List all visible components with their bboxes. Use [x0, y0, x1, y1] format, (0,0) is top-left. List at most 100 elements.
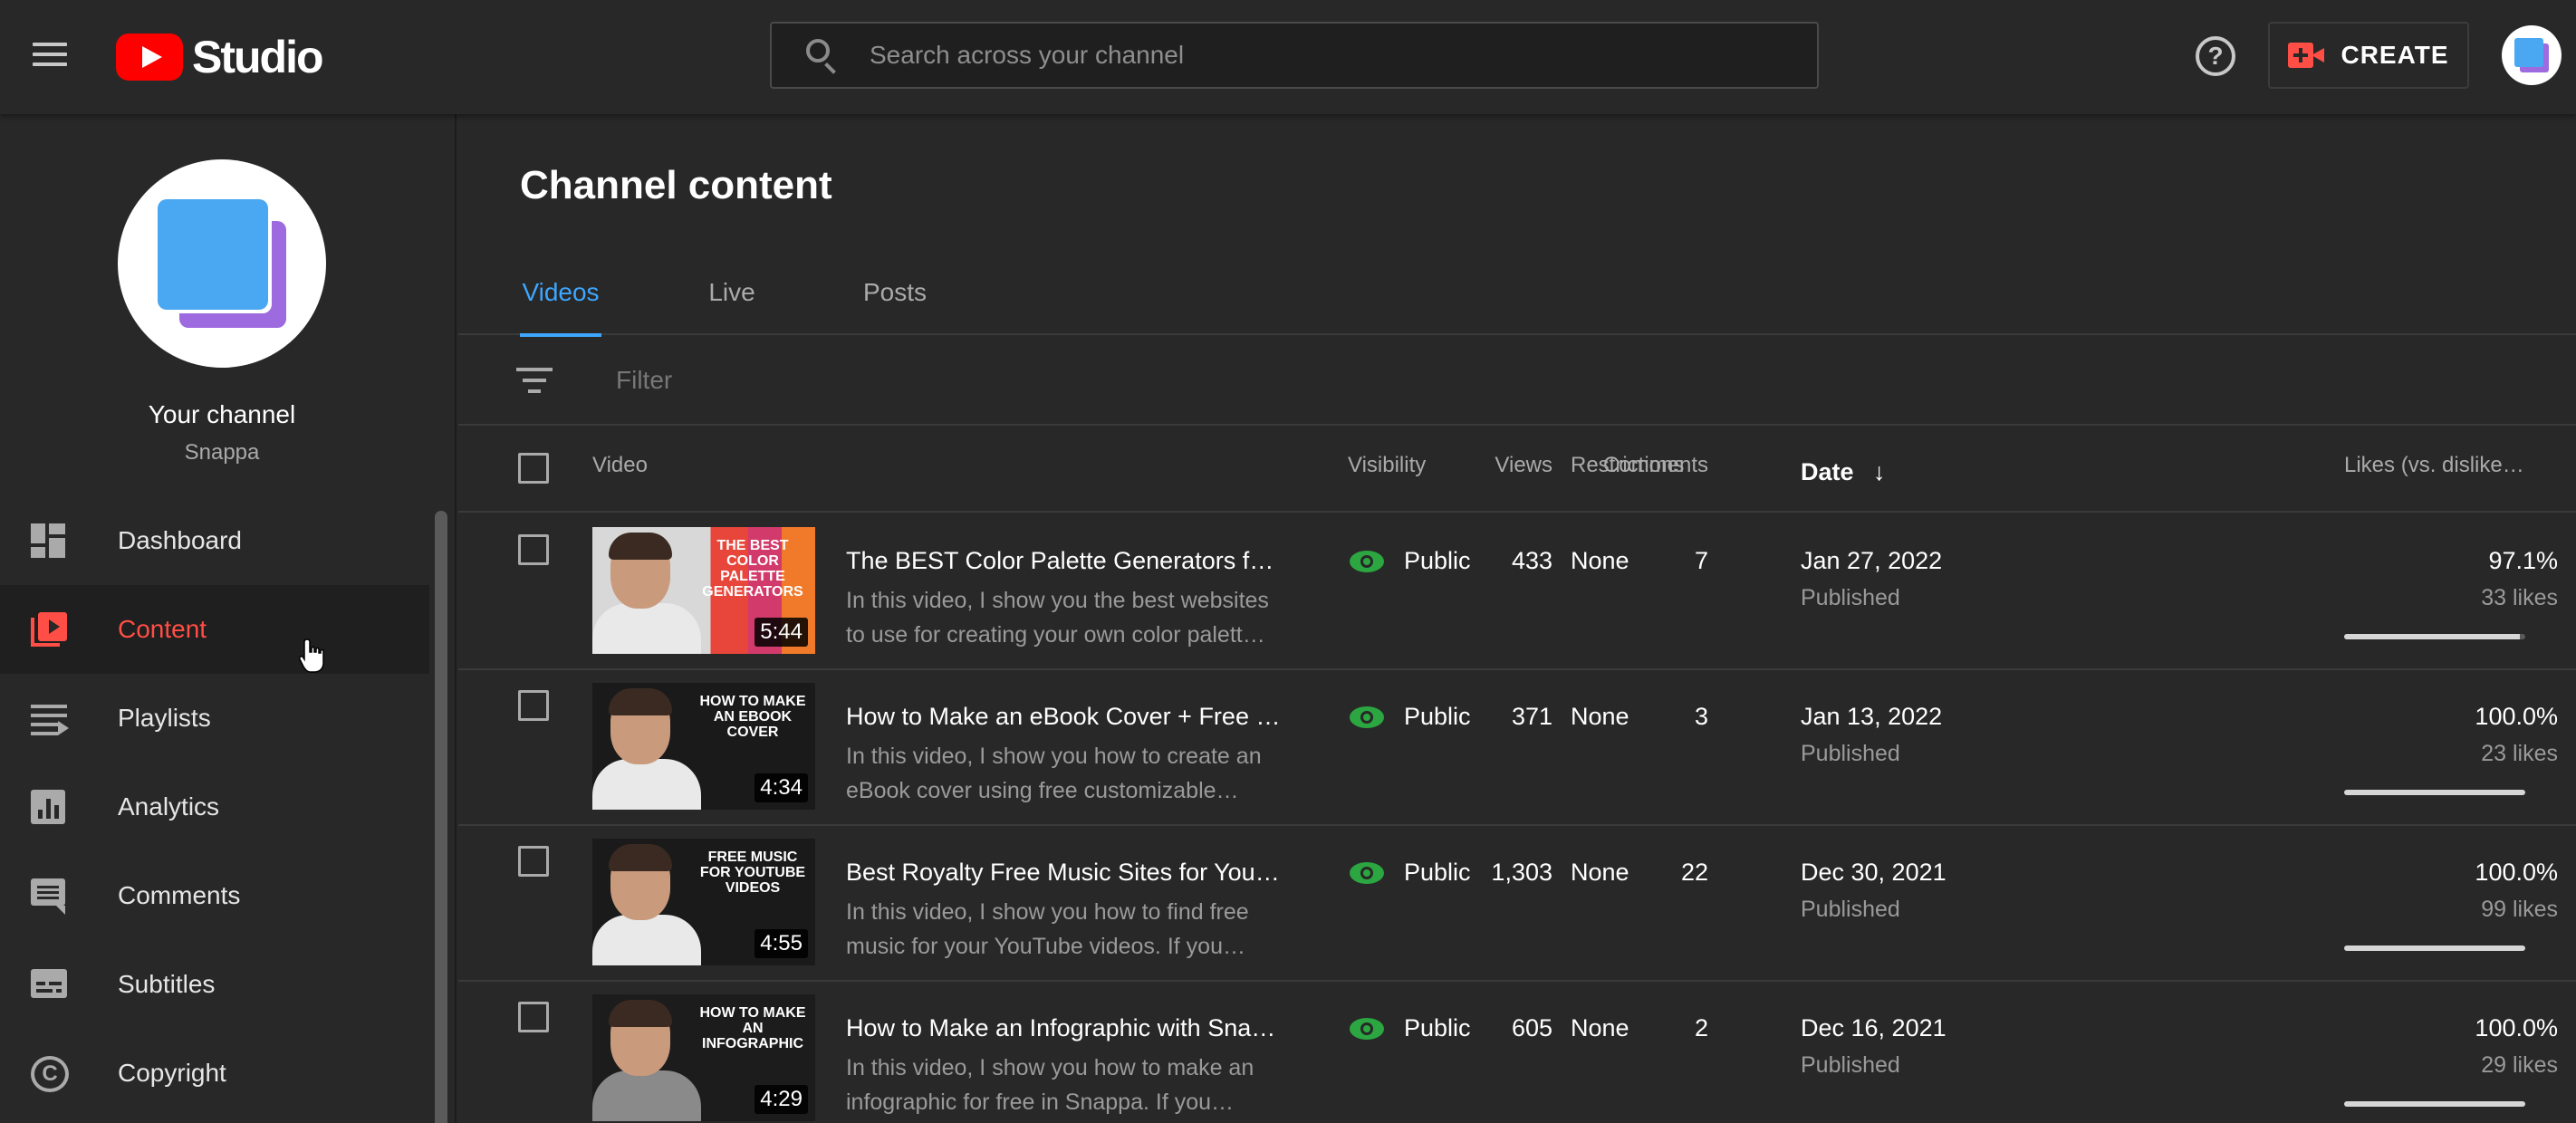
video-title[interactable]: The BEST Color Palette Generators for…: [846, 547, 1281, 575]
sidebar-item-comments[interactable]: Comments: [0, 851, 429, 940]
likes-ratio-fill: [2344, 945, 2525, 951]
video-description-line: In this video, I show you how to find fr…: [846, 899, 1249, 925]
filter-icon[interactable]: [516, 368, 553, 395]
column-likes[interactable]: Likes (vs. dislike…: [2344, 453, 2524, 478]
sort-down-arrow-icon: ↓: [1873, 458, 1886, 485]
column-date-label: Date: [1801, 458, 1854, 485]
sidebar-item-label: Dashboard: [118, 526, 242, 554]
eye-icon: [1350, 861, 1384, 884]
video-thumbnail[interactable]: The Best Color Palette Generators 5:44: [592, 527, 815, 654]
likes-percent: 97.1%: [2488, 547, 2558, 574]
channel-name: Snappa: [184, 440, 260, 465]
video-duration: 4:55: [755, 929, 808, 958]
thumbnail-person-image: [592, 527, 710, 654]
thumbnail-text: The Best Color Palette Generators: [702, 538, 803, 600]
comments-value: 22: [1680, 859, 1708, 886]
filter-input[interactable]: [616, 360, 1159, 400]
likes-ratio-bar: [2344, 945, 2525, 951]
row-checkbox[interactable]: [518, 690, 549, 721]
likes-percent: 100.0%: [2475, 1014, 2558, 1041]
table-header: Video Visibility Restrictions Date ↓ Vie…: [458, 426, 2576, 513]
column-visibility[interactable]: Visibility: [1348, 453, 1426, 478]
row-checkbox[interactable]: [518, 846, 549, 877]
video-title[interactable]: How to Make an Infographic with Sna…: [846, 1014, 1281, 1042]
tab-live[interactable]: Live: [696, 250, 768, 335]
sidebar-scrollbar[interactable]: [435, 511, 447, 1123]
comments-value: 7: [1694, 547, 1708, 574]
video-title[interactable]: How to Make an eBook Cover + Free C…: [846, 703, 1281, 731]
visibility-selector[interactable]: Public: [1350, 547, 1471, 575]
likes-ratio-bar: [2344, 1101, 2525, 1107]
search-box[interactable]: [770, 22, 1819, 89]
tab-posts[interactable]: Posts: [850, 250, 940, 335]
table-row[interactable]: How to Make an eBook Cover 4:34 How to M…: [458, 670, 2576, 826]
restrictions-value: None: [1571, 859, 1629, 886]
select-all-checkbox[interactable]: [518, 453, 549, 484]
visibility-selector[interactable]: Public: [1350, 1014, 1471, 1042]
top-bar: Studio ? CREATE: [0, 0, 2576, 114]
video-thumbnail[interactable]: How to Make an Infographic 4:29: [592, 994, 815, 1121]
thumbnail-person-image: [592, 683, 710, 810]
sidebar-item-analytics[interactable]: Analytics: [0, 763, 429, 851]
likes-ratio-bar: [2344, 634, 2525, 639]
likes-count: 99 likes: [2481, 897, 2558, 922]
sidebar-item-label: Playlists: [118, 704, 211, 732]
comments-value: 2: [1694, 1014, 1708, 1041]
column-comments[interactable]: Comments: [1603, 453, 1708, 478]
video-title[interactable]: Best Royalty Free Music Sites for YouT…: [846, 859, 1281, 887]
video-description-line: eBook cover using free customizable…: [846, 778, 1239, 803]
restrictions-value: None: [1571, 547, 1629, 574]
likes-ratio-fill: [2344, 1101, 2525, 1107]
table-row[interactable]: The Best Color Palette Generators 5:44 T…: [458, 514, 2576, 670]
visibility-label: Public: [1404, 859, 1471, 886]
restrictions-value: None: [1571, 1014, 1629, 1041]
account-avatar[interactable]: [2502, 25, 2562, 85]
help-icon[interactable]: ?: [2196, 36, 2235, 76]
video-description-line: infographic for free in Snappa. If you…: [846, 1089, 1235, 1115]
views-value: 433: [1511, 547, 1552, 574]
column-date[interactable]: Date ↓: [1801, 458, 1886, 486]
search-input[interactable]: [870, 41, 1775, 70]
sidebar-item-playlists[interactable]: Playlists: [0, 674, 429, 763]
column-video[interactable]: Video: [592, 453, 648, 478]
sidebar-item-subtitles[interactable]: Subtitles: [0, 940, 429, 1029]
video-thumbnail[interactable]: How to Make an eBook Cover 4:34: [592, 683, 815, 810]
copyright-icon: C: [31, 1056, 69, 1092]
channel-avatar[interactable]: [118, 159, 326, 368]
video-description-line: to use for creating your own color palet…: [846, 622, 1265, 648]
video-duration: 4:34: [755, 773, 808, 802]
create-button[interactable]: CREATE: [2268, 22, 2469, 89]
comments-icon: [31, 878, 69, 915]
thumbnail-text: How to Make an eBook Cover: [699, 694, 806, 740]
video-description: In this video, I show you how to find fr…: [846, 895, 1281, 964]
eye-icon: [1350, 550, 1384, 572]
thumbnail-text: Free Music for YouTube Videos: [699, 849, 806, 896]
table-row[interactable]: How to Make an Infographic 4:29 How to M…: [458, 982, 2576, 1123]
table-row[interactable]: Free Music for YouTube Videos 4:55 Best …: [458, 826, 2576, 982]
visibility-selector[interactable]: Public: [1350, 703, 1471, 731]
sidebar-item-label: Analytics: [118, 792, 220, 821]
row-checkbox[interactable]: [518, 534, 549, 565]
sidebar-item-label: Subtitles: [118, 970, 216, 998]
search-icon: [803, 35, 842, 75]
column-views[interactable]: Views: [1495, 453, 1552, 478]
logo-text: Studio: [192, 32, 324, 82]
sidebar-item-dashboard[interactable]: Dashboard: [0, 496, 429, 585]
sidebar-nav: Dashboard Content Playlists Analytics Co…: [0, 496, 429, 1118]
likes-count: 23 likes: [2481, 741, 2558, 766]
visibility-label: Public: [1404, 703, 1471, 730]
sidebar: Your channel Snappa Dashboard Content Pl…: [0, 114, 457, 1123]
playlists-icon: [31, 701, 69, 737]
tab-videos[interactable]: Videos: [520, 250, 601, 337]
date-value: Jan 27, 2022: [1801, 547, 1943, 574]
row-checkbox[interactable]: [518, 1002, 549, 1032]
likes-ratio-bar: [2344, 790, 2525, 795]
youtube-studio-logo[interactable]: Studio: [116, 31, 324, 83]
likes-ratio-fill: [2344, 790, 2525, 795]
sidebar-item-content[interactable]: Content: [0, 585, 429, 674]
video-thumbnail[interactable]: Free Music for YouTube Videos 4:55: [592, 839, 815, 965]
menu-icon[interactable]: [27, 36, 74, 78]
thumbnail-person-image: [592, 839, 710, 965]
sidebar-item-copyright[interactable]: C Copyright: [0, 1029, 429, 1118]
visibility-selector[interactable]: Public: [1350, 859, 1471, 887]
